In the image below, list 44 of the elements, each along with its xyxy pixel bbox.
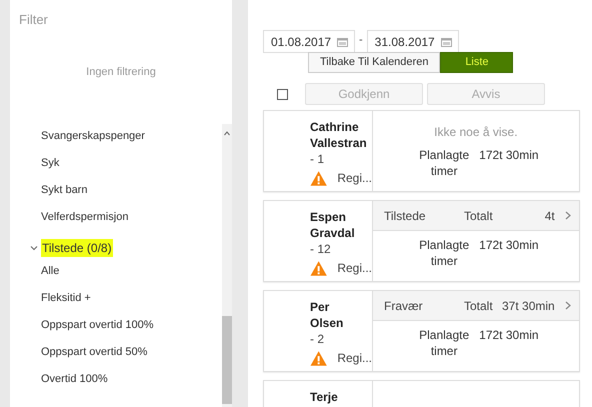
employee-name: Espen Gravdal xyxy=(310,209,355,241)
planned-value: 172t 30min xyxy=(479,327,539,344)
date-separator: - xyxy=(359,33,363,48)
chevron-right-icon xyxy=(564,211,571,220)
warning-icon xyxy=(310,170,328,186)
select-all-checkbox[interactable] xyxy=(277,88,288,100)
employee-number: - 2 xyxy=(310,331,326,347)
employee-number: - 1 xyxy=(310,151,326,167)
warning-text: Regi... xyxy=(337,350,372,367)
filter-item[interactable]: Oppspart overtid 100% xyxy=(30,315,222,342)
filter-item[interactable]: Velferdspermisjon xyxy=(30,207,222,234)
scrollbar-thumb[interactable] xyxy=(222,316,232,404)
filter-item[interactable]: Overtid 100% xyxy=(30,369,222,396)
planned-label: Planlagte timer xyxy=(418,147,470,179)
calendar-icon xyxy=(337,36,348,46)
employee-name: Cathrine Vallestran xyxy=(310,119,367,151)
chevron-right-icon xyxy=(564,301,571,310)
filter-item[interactable]: Fleksitid + xyxy=(30,288,222,315)
filter-item[interactable]: Sykt barn xyxy=(30,180,222,207)
summary-row[interactable]: Fravær Totalt 37t 30min xyxy=(373,291,579,321)
employee-name: Terje xyxy=(310,389,338,405)
chevron-down-icon xyxy=(30,244,38,250)
employee-number: - 12 xyxy=(310,241,332,257)
warning-icon xyxy=(310,260,328,276)
planned-label: Planlagte timer xyxy=(418,327,470,359)
scroll-up-icon[interactable] xyxy=(224,131,230,136)
calendar-icon xyxy=(440,36,452,46)
warning-text: Regi... xyxy=(337,170,372,187)
summary-row[interactable]: Tilstede Totalt 4t xyxy=(373,201,579,231)
filter-title: Filter xyxy=(18,11,49,29)
view-toggle[interactable]: Liste xyxy=(440,52,514,73)
filter-item[interactable]: Svangerskapspenger xyxy=(30,126,222,153)
filter-item[interactable]: Alle xyxy=(30,261,222,288)
employee-name: Per Olsen xyxy=(310,299,344,331)
warning-text: Regi... xyxy=(337,260,372,277)
view-toggle[interactable]: Tilbake Til Kalenderen xyxy=(308,52,440,73)
planned-label: Planlagte timer xyxy=(418,237,470,269)
empty-filter-text: Ingen filtrering xyxy=(85,64,157,80)
filter-item[interactable]: Syk xyxy=(30,153,222,180)
planned-value: 172t 30min xyxy=(479,237,539,254)
planned-value: 172t 30min xyxy=(479,147,539,164)
filter-item[interactable]: Oppspart overtid 50% xyxy=(30,342,222,369)
warning-icon xyxy=(310,350,328,366)
empty-message: Ikke noe å vise. xyxy=(433,124,519,141)
